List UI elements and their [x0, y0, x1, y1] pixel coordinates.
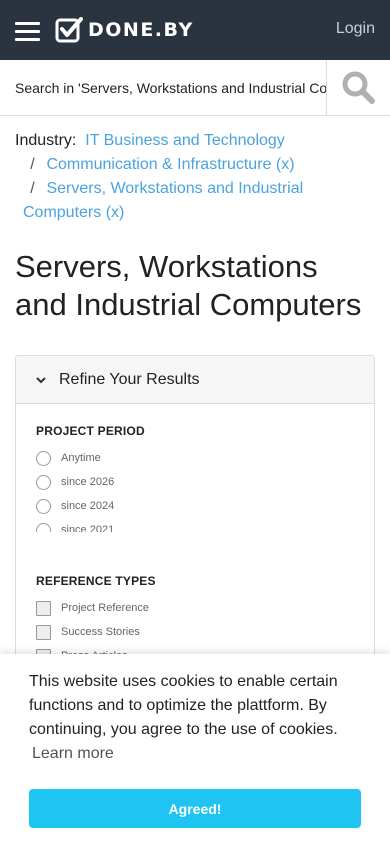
- logo-text: DONE.BY: [88, 19, 194, 41]
- period-option-2026[interactable]: since 2026: [36, 470, 354, 494]
- breadcrumb-label: Industry:: [15, 132, 77, 149]
- breadcrumb-item-it-business[interactable]: IT Business and Technology: [85, 132, 285, 149]
- reference-option-project[interactable]: Project Reference: [36, 596, 354, 620]
- project-period-list[interactable]: Anytime since 2026 since 2024 since 2021: [36, 446, 354, 532]
- checkbox[interactable]: [36, 600, 51, 616]
- refine-title: Refine Your Results: [59, 370, 200, 388]
- logo[interactable]: DONE.BY: [55, 17, 194, 43]
- period-option-anytime[interactable]: Anytime: [36, 446, 354, 470]
- radio-button[interactable]: [36, 450, 51, 466]
- option-label: Anytime: [61, 452, 101, 464]
- option-label: Project Reference: [61, 602, 150, 614]
- breadcrumb-separator: /: [30, 156, 35, 173]
- reference-option-success[interactable]: Success Stories: [36, 620, 354, 644]
- breadcrumb-item-servers[interactable]: Servers, Workstations and Industrial Com…: [23, 180, 303, 221]
- login-link[interactable]: Login: [336, 20, 375, 38]
- cookie-message: This website uses cookies to enable cert…: [29, 673, 338, 738]
- menu-icon[interactable]: [15, 22, 40, 41]
- top-header: DONE.BY Login: [0, 0, 390, 60]
- period-option-2024[interactable]: since 2024: [36, 494, 354, 518]
- logo-checkmark-icon: [55, 17, 83, 43]
- radio-button[interactable]: [36, 522, 51, 532]
- option-label: since 2026: [61, 476, 115, 488]
- option-label: Success Stories: [61, 626, 140, 638]
- chevron-down-icon: [36, 376, 46, 383]
- page-title: Servers, Workstations and Industrial Com…: [15, 249, 362, 322]
- search-input[interactable]: [0, 60, 326, 115]
- search-bar: [0, 60, 390, 116]
- option-label: since 2024: [61, 500, 115, 512]
- search-button[interactable]: [326, 60, 390, 115]
- radio-button[interactable]: [36, 474, 51, 490]
- refine-toggle[interactable]: Refine Your Results: [16, 356, 374, 404]
- radio-button[interactable]: [36, 498, 51, 514]
- learn-more-link[interactable]: Learn more: [32, 745, 358, 763]
- breadcrumb-separator: /: [30, 180, 35, 197]
- period-option-2021[interactable]: since 2021: [36, 518, 354, 532]
- breadcrumb: Industry: IT Business and Technology / C…: [0, 116, 390, 225]
- project-period-label: PROJECT PERIOD: [36, 424, 145, 438]
- search-icon: [342, 71, 375, 104]
- breadcrumb-item-communication[interactable]: Communication & Infrastructure (x): [46, 156, 294, 173]
- reference-types-label: REFERENCE TYPES: [36, 574, 156, 588]
- checkbox[interactable]: [36, 624, 51, 640]
- accept-cookies-button[interactable]: Agreed!: [29, 789, 361, 828]
- option-label: since 2021: [61, 524, 115, 532]
- cookie-banner: This website uses cookies to enable cert…: [0, 654, 390, 844]
